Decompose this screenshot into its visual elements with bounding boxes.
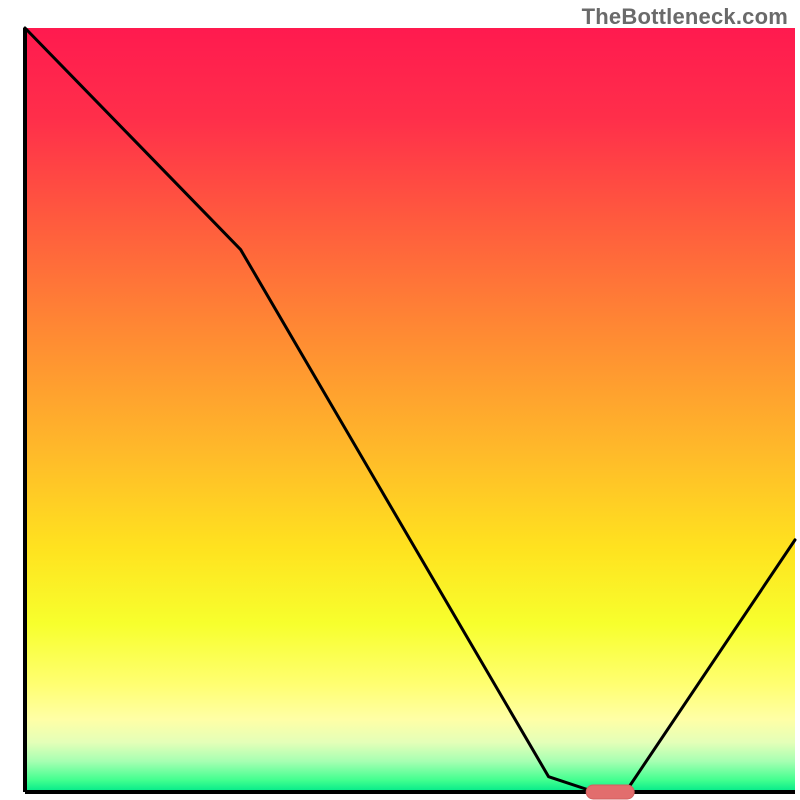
chart-container: TheBottleneck.com: [0, 0, 800, 800]
plot-gradient-background: [25, 28, 795, 792]
optimal-marker: [586, 785, 634, 799]
bottleneck-chart: [0, 0, 800, 800]
